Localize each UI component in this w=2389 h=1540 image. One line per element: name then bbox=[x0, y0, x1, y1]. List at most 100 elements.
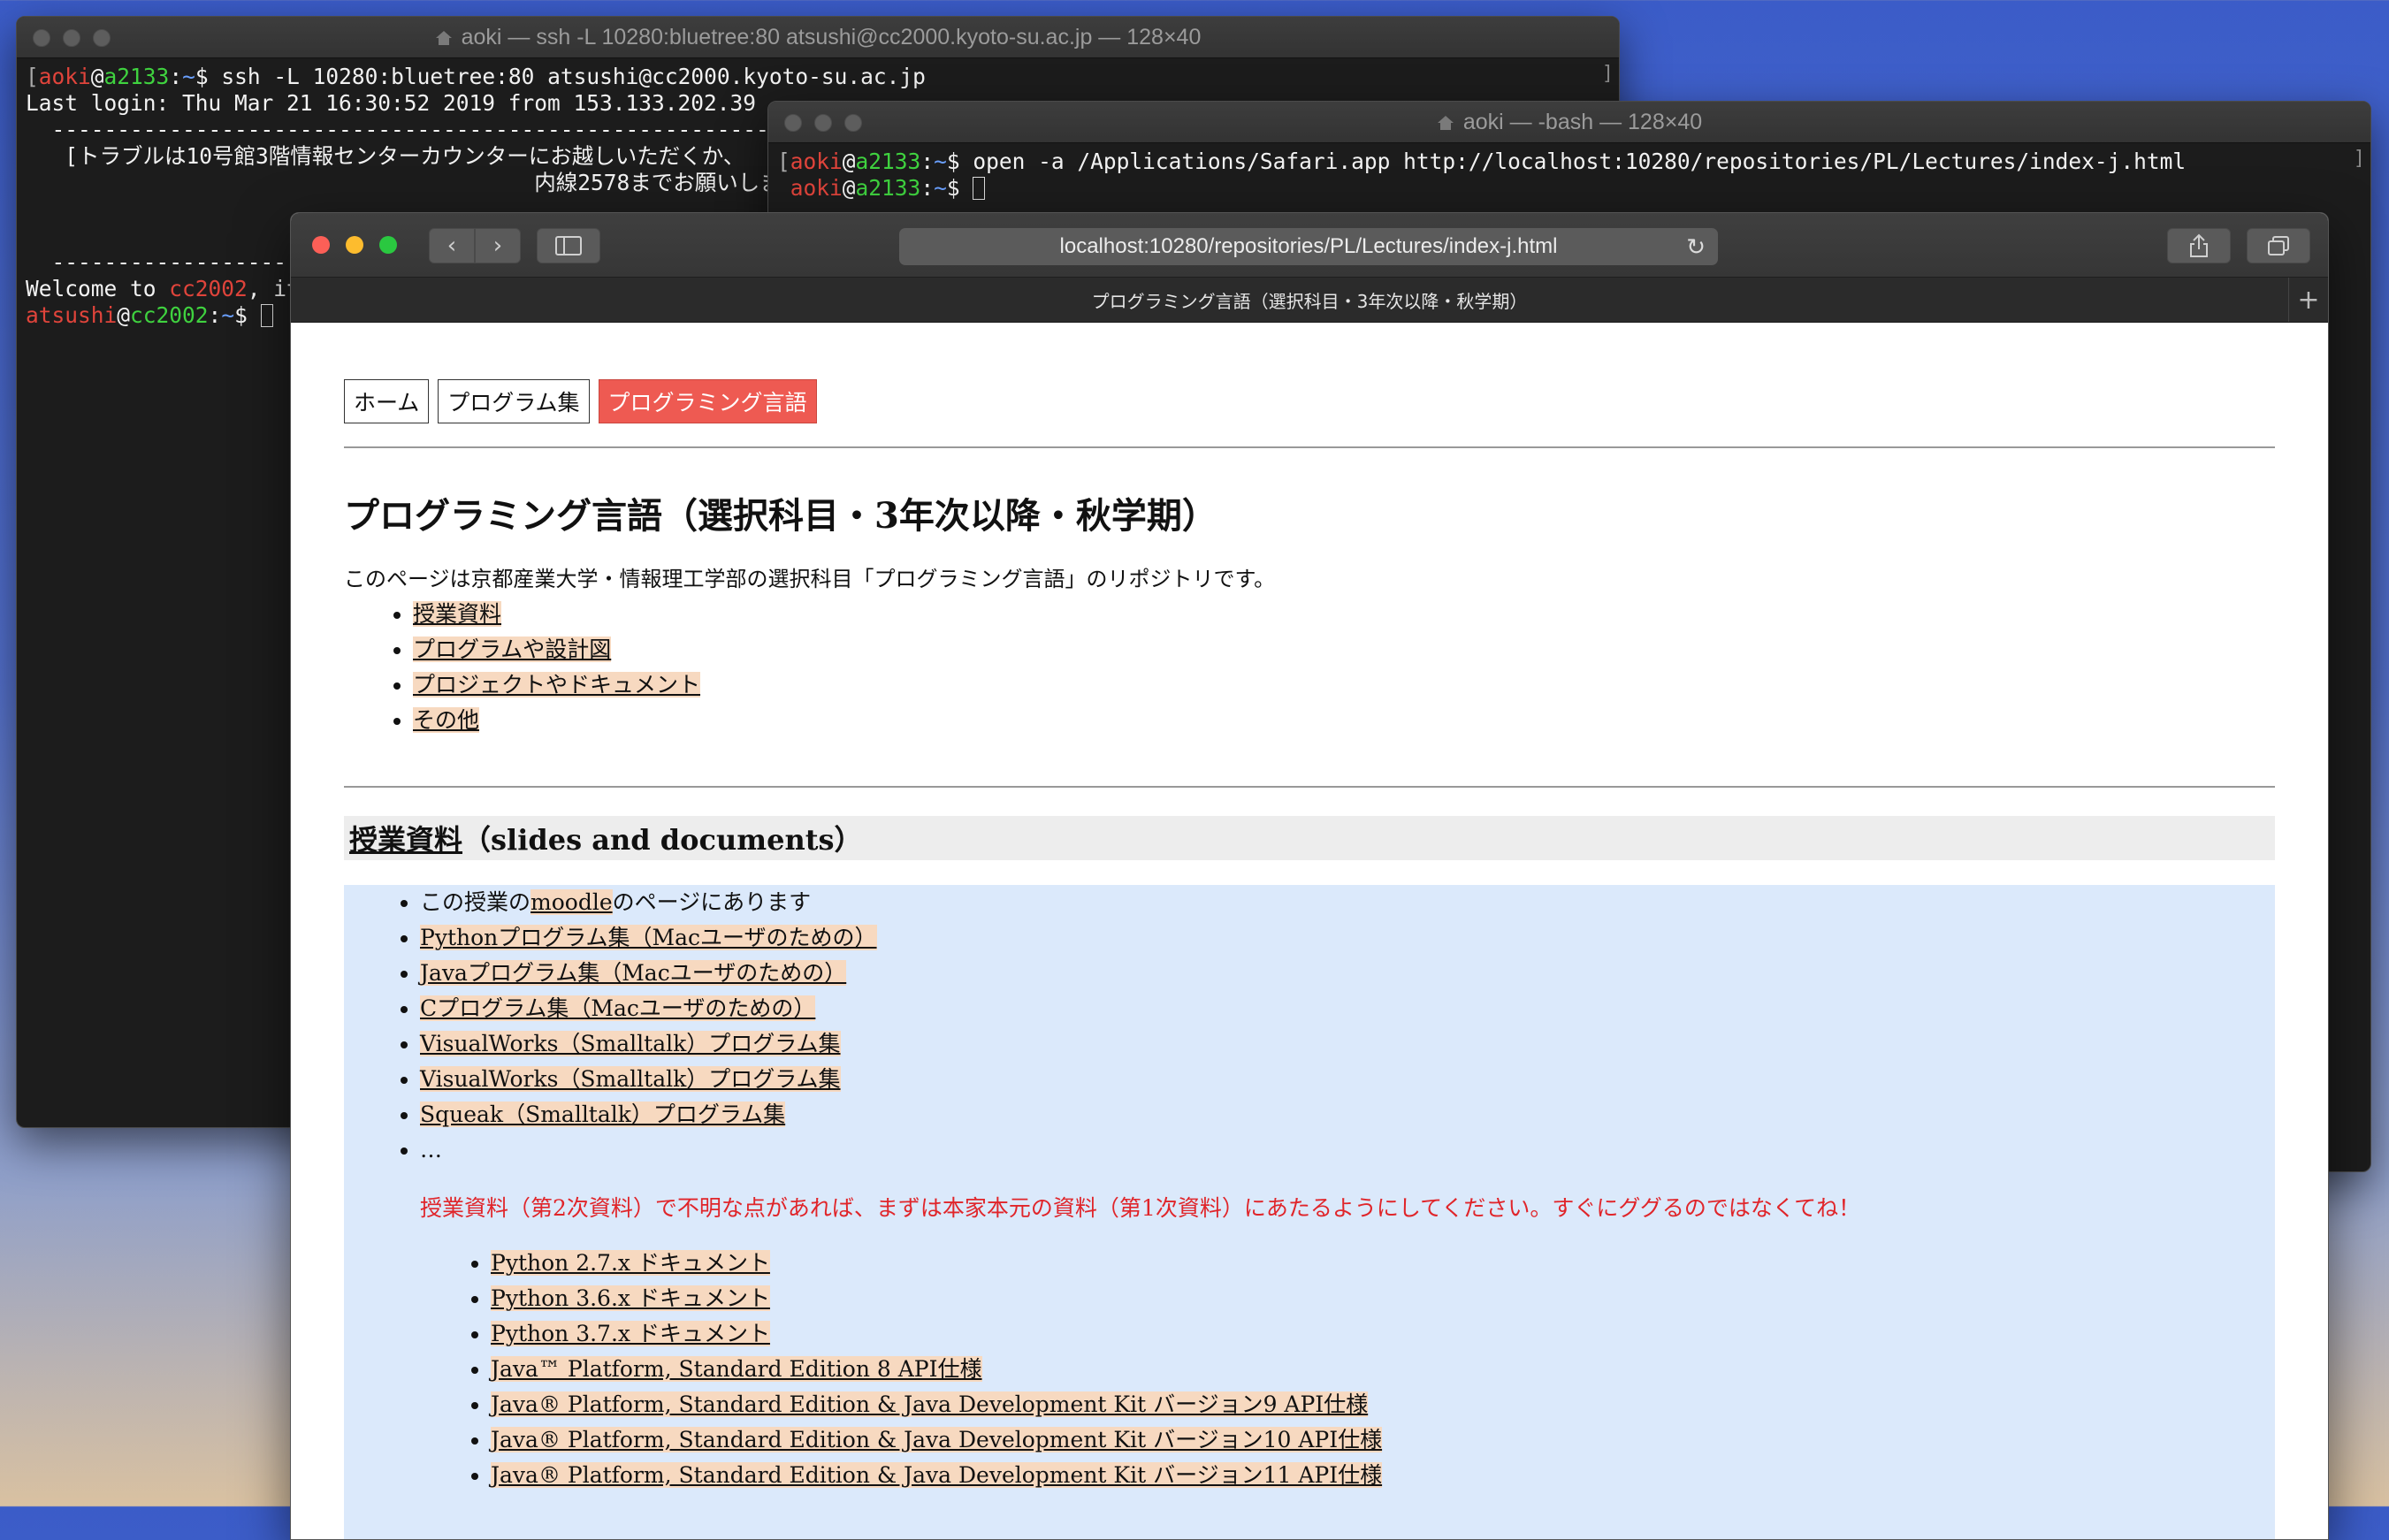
terminal-titlebar[interactable]: aoki — ssh -L 10280:bluetree:80 atsushi@… bbox=[17, 17, 1619, 58]
page-title: プログラミング言語（選択科目・3年次以降・秋学期） bbox=[344, 495, 1217, 537]
divider bbox=[344, 446, 2275, 448]
new-tab-button[interactable]: + bbox=[2288, 278, 2328, 322]
list-item: その他 bbox=[413, 703, 700, 738]
chevron-right-icon: › bbox=[492, 233, 503, 259]
doc-link[interactable]: Java® Platform, Standard Edition & Java … bbox=[491, 1462, 1383, 1488]
terminal-titlebar[interactable]: aoki — -bash — 128×40 bbox=[768, 102, 2370, 143]
separator-line-2: ------------------ bbox=[51, 249, 287, 275]
scroll-marker: ] bbox=[1601, 63, 1614, 85]
close-button[interactable] bbox=[784, 114, 802, 132]
window-title: aoki — -bash — 128×40 bbox=[768, 110, 2370, 135]
forward-button[interactable]: › bbox=[475, 228, 521, 263]
doc-link[interactable]: Python 3.7.x ドキュメント bbox=[491, 1321, 770, 1346]
list-item: Java® Platform, Standard Edition & Java … bbox=[491, 1387, 1382, 1422]
list-item: VisualWorks（Smalltalk）プログラム集 bbox=[420, 1026, 877, 1062]
notice-line: [トラブルは10号館3階情報センターカウンターにお越しいただくか、 bbox=[65, 143, 745, 169]
nav-programs-link[interactable]: プログラム集 bbox=[438, 379, 590, 423]
tab-bar[interactable]: プログラミング言語（選択科目・3年次以降・秋学期） + bbox=[291, 278, 2328, 323]
list-item: Java® Platform, Standard Edition & Java … bbox=[491, 1422, 1383, 1458]
toc-list: 授業資料 プログラムや設計図 プロジェクトやドキュメント その他 bbox=[353, 597, 701, 738]
sidebar-button[interactable] bbox=[537, 228, 600, 263]
text-cursor bbox=[973, 177, 986, 200]
close-button[interactable] bbox=[33, 29, 50, 47]
section-header: 授業資料（slides and documents） bbox=[344, 816, 2275, 860]
plus-icon: + bbox=[2297, 284, 2320, 316]
list-item: Java® Platform, Standard Edition & Java … bbox=[491, 1458, 1383, 1493]
zoom-button[interactable] bbox=[379, 236, 397, 254]
zoom-button[interactable] bbox=[93, 29, 111, 47]
section-anchor-link[interactable]: 授業資料 bbox=[349, 823, 462, 857]
docs-list: Python 2.7.x ドキュメント Python 3.6.x ドキュメント … bbox=[431, 1246, 1383, 1493]
safari-window[interactable]: ‹ › localhost:10280/repositories/PL/Lect… bbox=[290, 212, 2329, 1540]
text-cursor bbox=[260, 304, 273, 327]
list-item: 授業資料 bbox=[413, 597, 700, 632]
home-folder-icon bbox=[1437, 115, 1454, 130]
list-item: この授業のmoodleのページにあります bbox=[420, 885, 877, 920]
resource-link[interactable]: Squeak（Smalltalk）プログラム集 bbox=[420, 1102, 786, 1127]
notice-line-2: 内線2578までお願いしま bbox=[534, 170, 782, 195]
divider bbox=[344, 786, 2275, 788]
share-button[interactable] bbox=[2167, 228, 2231, 263]
back-button[interactable]: ‹ bbox=[429, 228, 475, 263]
toc-link[interactable]: プロジェクトやドキュメント bbox=[413, 672, 701, 698]
sidebar-icon bbox=[555, 236, 582, 255]
window-title-text: aoki — -bash — 128×40 bbox=[1462, 109, 1703, 134]
list-item: … bbox=[420, 1132, 877, 1168]
chevron-left-icon: ‹ bbox=[447, 233, 457, 259]
toc-link[interactable]: 授業資料 bbox=[413, 601, 502, 627]
resources-list: この授業のmoodleのページにあります Pythonプログラム集（Macユーザ… bbox=[360, 885, 877, 1168]
resource-link[interactable]: Cプログラム集（Macユーザのための） bbox=[420, 995, 816, 1021]
resources-section: この授業のmoodleのページにあります Pythonプログラム集（Macユーザ… bbox=[344, 885, 2275, 1539]
last-login-line: Last login: Thu Mar 21 16:30:52 2019 fro… bbox=[26, 90, 757, 116]
notice-text: 授業資料（第2次資料）で不明な点があれば、まずは本家本元の資料（第1次資料）にあ… bbox=[420, 1195, 1861, 1221]
list-item: Java™ Platform, Standard Edition 8 API仕様 bbox=[491, 1352, 1382, 1387]
list-item: Squeak（Smalltalk）プログラム集 bbox=[420, 1097, 877, 1132]
doc-link[interactable]: Java® Platform, Standard Edition & Java … bbox=[491, 1391, 1369, 1417]
list-item: プロジェクトやドキュメント bbox=[413, 667, 701, 703]
list-item: Python 3.6.x ドキュメント bbox=[491, 1281, 1382, 1316]
tab-title[interactable]: プログラミング言語（選択科目・3年次以降・秋学期） bbox=[1092, 287, 1528, 313]
doc-link[interactable]: Python 2.7.x ドキュメント bbox=[491, 1250, 770, 1276]
nav-home-link[interactable]: ホーム bbox=[344, 379, 430, 423]
close-button[interactable] bbox=[312, 236, 330, 254]
url-text: localhost:10280/repositories/PL/Lectures… bbox=[1059, 234, 1558, 258]
toc-link[interactable]: その他 bbox=[413, 707, 480, 733]
minimize-button[interactable] bbox=[814, 114, 832, 132]
safari-toolbar[interactable]: ‹ › localhost:10280/repositories/PL/Lect… bbox=[291, 213, 2328, 278]
doc-link[interactable]: Java® Platform, Standard Edition & Java … bbox=[491, 1427, 1383, 1452]
resource-link[interactable]: Javaプログラム集（Macユーザのための） bbox=[420, 960, 847, 986]
list-item: Python 2.7.x ドキュメント bbox=[491, 1246, 1382, 1281]
scroll-marker: ] bbox=[2353, 148, 2365, 170]
reload-icon[interactable]: ↻ bbox=[1686, 233, 1706, 261]
tabs-icon bbox=[2268, 236, 2289, 255]
terminal-output[interactable]: ] [aoki@a2133:~$ open -a /Applications/Sa… bbox=[768, 143, 2370, 207]
list-item: VisualWorks（Smalltalk）プログラム集 bbox=[420, 1062, 877, 1097]
doc-link[interactable]: Python 3.6.x ドキュメント bbox=[491, 1285, 770, 1311]
section-title: 授業資料（slides and documents） bbox=[349, 823, 863, 857]
nav-current-link[interactable]: プログラミング言語 bbox=[598, 379, 817, 423]
share-icon bbox=[2190, 233, 2208, 257]
separator-line: ----------------------------------------… bbox=[51, 117, 809, 142]
resource-link[interactable]: VisualWorks（Smalltalk）プログラム集 bbox=[420, 1031, 841, 1056]
minimize-button[interactable] bbox=[346, 236, 363, 254]
window-title-text: aoki — ssh -L 10280:bluetree:80 atsushi@… bbox=[461, 24, 1202, 50]
resource-link[interactable]: Pythonプログラム集（Macユーザのための） bbox=[420, 925, 877, 950]
list-item: Python 3.7.x ドキュメント bbox=[491, 1316, 1382, 1352]
toc-link[interactable]: プログラムや設計図 bbox=[413, 637, 612, 662]
tabs-overview-button[interactable] bbox=[2247, 228, 2310, 263]
list-item: Cプログラム集（Macユーザのための） bbox=[420, 991, 877, 1026]
list-item: Javaプログラム集（Macユーザのための） bbox=[420, 956, 877, 991]
zoom-button[interactable] bbox=[844, 114, 862, 132]
command-text: ssh -L 10280:bluetree:80 atsushi@cc2000.… bbox=[221, 64, 926, 89]
home-folder-icon bbox=[435, 30, 452, 45]
minimize-button[interactable] bbox=[63, 29, 80, 47]
window-title: aoki — ssh -L 10280:bluetree:80 atsushi@… bbox=[17, 25, 1619, 50]
doc-link[interactable]: Java™ Platform, Standard Edition 8 API仕様 bbox=[491, 1356, 982, 1382]
list-item: プログラムや設計図 bbox=[413, 632, 700, 667]
moodle-link[interactable]: moodle bbox=[530, 889, 613, 915]
web-page[interactable]: ホーム プログラム集 プログラミング言語 プログラミング言語（選択科目・3年次以… bbox=[291, 323, 2328, 1539]
resource-link[interactable]: VisualWorks（Smalltalk）プログラム集 bbox=[420, 1066, 841, 1092]
command-text: open -a /Applications/Safari.app http://… bbox=[973, 149, 2187, 174]
site-nav: ホーム プログラム集 プログラミング言語 bbox=[344, 379, 817, 423]
address-bar[interactable]: localhost:10280/repositories/PL/Lectures… bbox=[899, 228, 1718, 265]
